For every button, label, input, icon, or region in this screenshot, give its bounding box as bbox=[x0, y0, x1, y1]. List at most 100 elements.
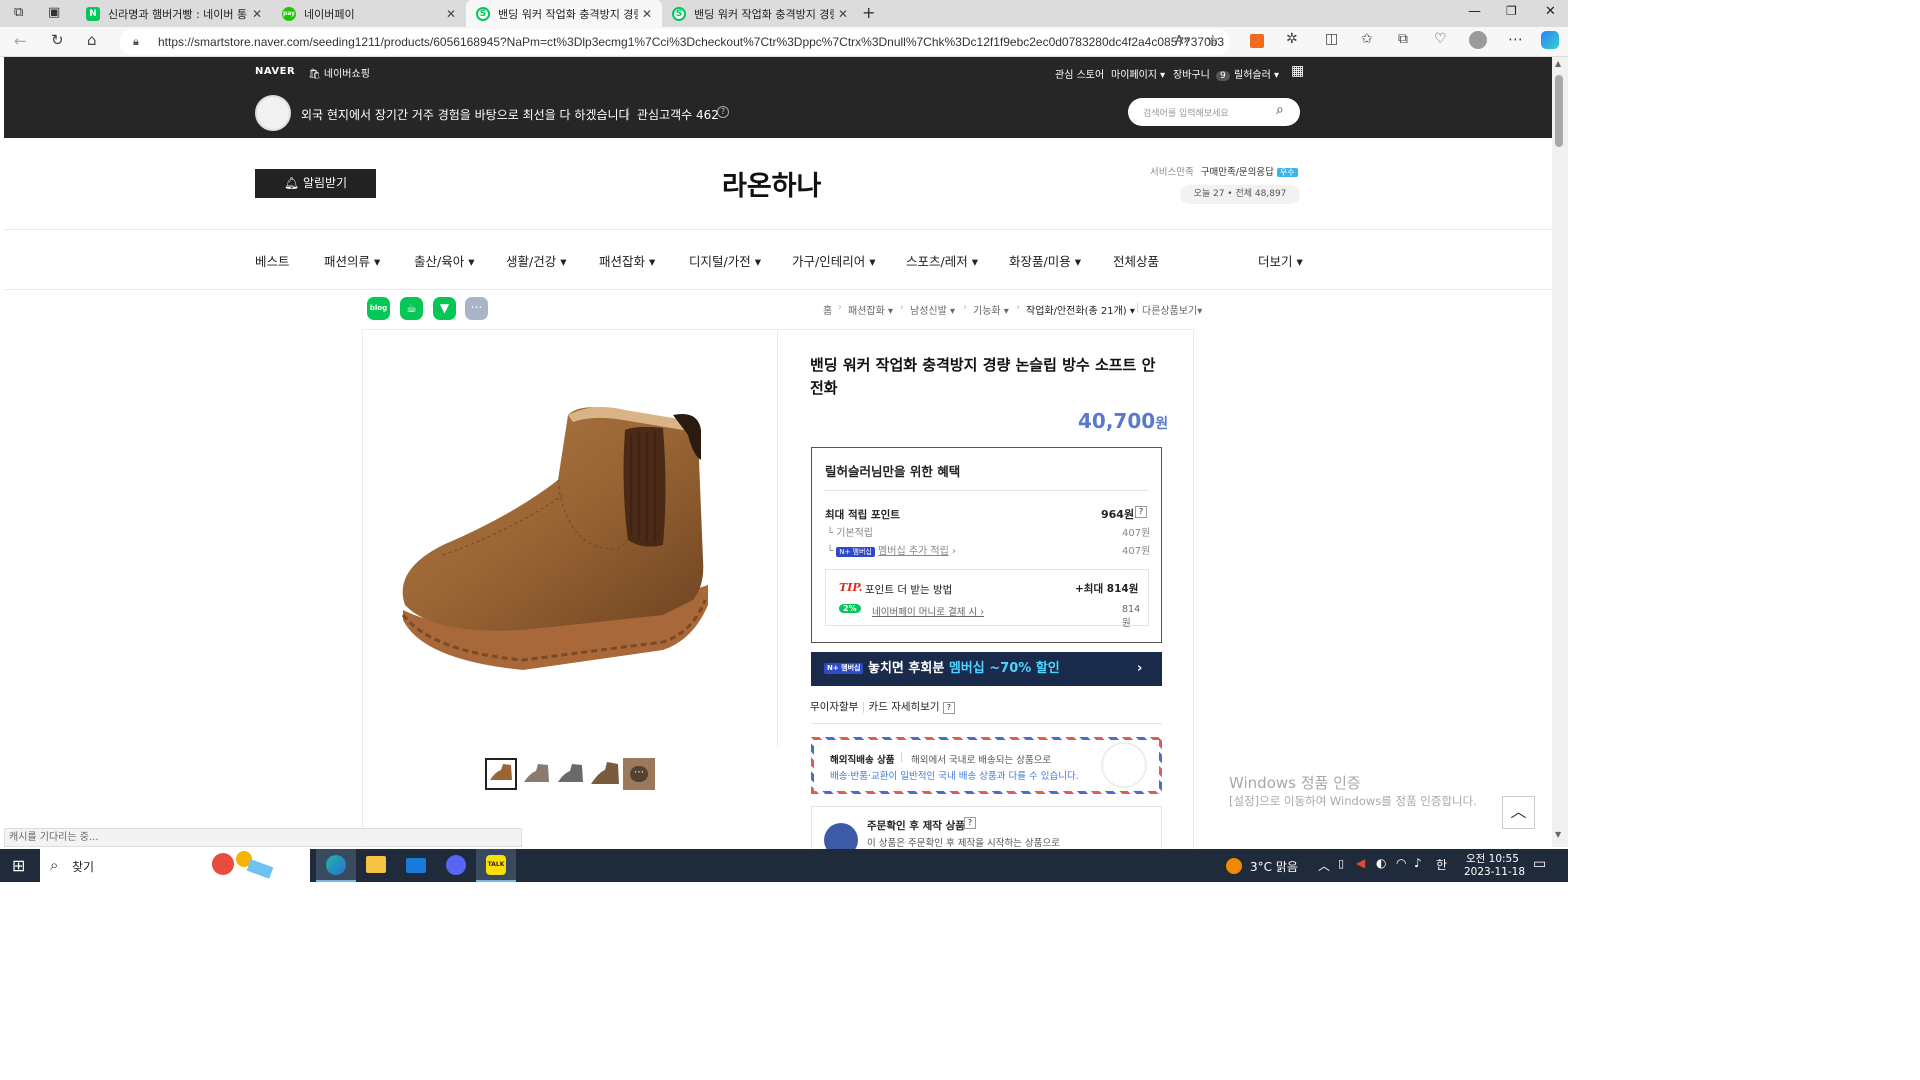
home-icon[interactable]: ⌂ bbox=[87, 31, 97, 49]
share-more-icon[interactable]: ⋯ bbox=[465, 297, 488, 320]
favorites-icon[interactable]: ✩ bbox=[1361, 31, 1373, 47]
back-icon[interactable]: ← bbox=[14, 32, 27, 50]
notification-icon[interactable]: ▭ bbox=[1533, 856, 1546, 872]
volume-icon[interactable]: ♪ bbox=[1414, 856, 1422, 870]
read-aloud-icon[interactable]: A» bbox=[1175, 33, 1191, 47]
favorite-star-icon[interactable]: ☆ bbox=[1206, 31, 1219, 49]
task-view-icon[interactable]: ⧉ bbox=[286, 857, 296, 873]
store-search-input[interactable]: 검색어를 입력해보세요 ⌕ bbox=[1128, 98, 1300, 126]
breadcrumb-item[interactable]: 패션잡화 ▾ bbox=[848, 302, 893, 317]
minimize-icon[interactable]: — bbox=[1468, 4, 1481, 19]
cat-furniture[interactable]: 가구/인테리어 ▾ bbox=[792, 251, 875, 270]
cat-fashion-goods[interactable]: 패션잡화 ▾ bbox=[599, 251, 655, 270]
breadcrumb-home[interactable]: 홈 bbox=[823, 302, 832, 317]
share-blog-icon[interactable]: blog bbox=[367, 297, 390, 320]
weather-sun-icon[interactable] bbox=[1226, 858, 1242, 874]
collections-icon[interactable]: ⧉ bbox=[1398, 31, 1408, 47]
close-icon[interactable]: ✕ bbox=[446, 7, 456, 21]
wifi-icon[interactable]: ◠ bbox=[1396, 856, 1406, 870]
membership-banner[interactable]: N+ 멤버십 놓치면 후회분 멤버십 ~70% 할인 › bbox=[811, 652, 1162, 686]
taskbar-kakaotalk[interactable]: TALK bbox=[476, 849, 516, 882]
thumbnail-2[interactable] bbox=[521, 758, 553, 790]
store-profile-avatar[interactable] bbox=[255, 95, 291, 131]
cart-link[interactable]: 장바구니 9 bbox=[1173, 66, 1230, 81]
clock-date[interactable]: 2023-11-18 bbox=[1464, 866, 1525, 878]
tray-app-icon[interactable]: ◀ bbox=[1356, 856, 1365, 870]
page-scrollbar[interactable]: ▲ ▼ bbox=[1552, 57, 1568, 847]
cat-more[interactable]: 더보기 ▾ bbox=[1258, 251, 1303, 270]
cat-digital[interactable]: 디지털/가전 ▾ bbox=[689, 251, 761, 270]
share-bookmark-icon[interactable]: ▼ bbox=[433, 297, 456, 320]
reload-icon[interactable]: ↻ bbox=[51, 31, 64, 49]
taskbar-edge[interactable] bbox=[316, 849, 356, 882]
profile-avatar[interactable] bbox=[1469, 31, 1487, 49]
discord-icon[interactable] bbox=[446, 855, 466, 875]
interest-store-link[interactable]: 관심 스토어 bbox=[1055, 66, 1104, 81]
tab-1[interactable]: pay 네이버페이 ✕ bbox=[272, 0, 466, 27]
naver-shopping-link[interactable]: 🛍︎ 네이버쇼핑 bbox=[308, 65, 370, 80]
breadcrumb-item[interactable]: 남성신발 ▾ bbox=[910, 302, 955, 317]
pay-money-link[interactable]: 네이버페이 머니로 결제 시 › bbox=[872, 604, 984, 618]
membership-point-row[interactable]: └ N+ 멤버십 멤버십 추가 적립 › bbox=[827, 542, 956, 557]
other-products-link[interactable]: 다른상품보기▾ bbox=[1142, 302, 1202, 317]
scroll-down-icon[interactable]: ▼ bbox=[1555, 830, 1561, 839]
ime-icon[interactable]: 한 bbox=[1436, 856, 1447, 873]
file-explorer-icon[interactable] bbox=[366, 856, 386, 873]
tray-chevron-up-icon[interactable]: ︿ bbox=[1318, 857, 1330, 874]
naver-logo[interactable]: NAVER bbox=[255, 66, 295, 77]
close-icon[interactable]: ✕ bbox=[642, 7, 652, 21]
restore-icon[interactable]: ❐ bbox=[1506, 4, 1517, 18]
tray-app-icon[interactable]: ◐ bbox=[1376, 856, 1386, 870]
scrollbar-thumb[interactable] bbox=[1555, 75, 1563, 147]
new-tab-icon[interactable]: + bbox=[862, 3, 875, 22]
thumbnail-4[interactable] bbox=[589, 758, 621, 790]
back-to-top-button[interactable]: ︿ bbox=[1502, 796, 1535, 829]
search-icon[interactable]: ⌕ bbox=[1276, 102, 1284, 118]
cat-beauty[interactable]: 화장품/미용 ▾ bbox=[1009, 251, 1081, 270]
windows-start-icon[interactable]: ⊞ bbox=[12, 856, 25, 875]
alarm-button[interactable]: 🔔︎ 알림받기 bbox=[255, 169, 376, 198]
scroll-up-icon[interactable]: ▲ bbox=[1555, 59, 1561, 68]
thumbnail-3[interactable] bbox=[555, 758, 587, 790]
workspaces-icon[interactable]: ⧉ bbox=[14, 5, 23, 20]
tab-2-active[interactable]: S 밴딩 워커 작업화 충격방지 경량 ✕ bbox=[466, 0, 662, 27]
url-field[interactable]: 🔒︎ https://smartstore.naver.com/seeding1… bbox=[120, 29, 1230, 55]
card-details-link[interactable]: 카드 자세히보기 bbox=[869, 701, 940, 713]
breadcrumb-current[interactable]: 작업화/안전화(총 21개) ▾ bbox=[1026, 302, 1135, 317]
breadcrumb-item[interactable]: 기능화 ▾ bbox=[973, 302, 1009, 317]
cat-all-products[interactable]: 전체상품 bbox=[1113, 251, 1159, 270]
thumbnail-more[interactable]: ⋯ bbox=[623, 758, 655, 790]
cat-living[interactable]: 생활/건강 ▾ bbox=[506, 251, 566, 270]
cat-best[interactable]: 베스트 bbox=[255, 251, 290, 270]
apps-grid-icon[interactable]: ▦ bbox=[1291, 63, 1304, 79]
cat-fashion-clothing[interactable]: 패션의류 ▾ bbox=[324, 251, 380, 270]
more-menu-icon[interactable]: ⋯ bbox=[1508, 30, 1523, 48]
clock-time[interactable]: 오전 10:55 bbox=[1466, 851, 1519, 866]
cat-sports[interactable]: 스포츠/레저 ▾ bbox=[906, 251, 978, 270]
tab-0[interactable]: N 신라명과 햄버거빵 : 네이버 통합 ✕ bbox=[76, 0, 272, 27]
store-name[interactable]: 라온하나 bbox=[722, 164, 821, 203]
split-screen-icon[interactable]: ◫ bbox=[1325, 31, 1338, 47]
tab-actions-icon[interactable]: ▣ bbox=[48, 5, 60, 20]
tab-3[interactable]: S 밴딩 워커 작업화 충격방지 경량 ✕ bbox=[662, 0, 858, 27]
copilot-icon[interactable] bbox=[1541, 31, 1559, 49]
user-menu-link[interactable]: 릴허슬러 ▾ bbox=[1234, 66, 1279, 81]
help-icon[interactable]: ? bbox=[717, 106, 729, 118]
cat-baby[interactable]: 출산/육아 ▾ bbox=[414, 251, 474, 270]
close-icon[interactable]: ✕ bbox=[838, 7, 848, 21]
window-close-icon[interactable]: ✕ bbox=[1545, 4, 1556, 19]
taskbar-search[interactable]: ⌕ 찾기 bbox=[40, 849, 310, 882]
tray-device-icon[interactable]: ▯ bbox=[1338, 857, 1344, 870]
weather-text[interactable]: 3°C 맑음 bbox=[1250, 858, 1298, 875]
thumbnail-1[interactable] bbox=[485, 758, 517, 790]
product-main-image[interactable] bbox=[363, 330, 777, 746]
mail-icon[interactable] bbox=[406, 858, 426, 873]
mypage-link[interactable]: 마이페이지 ▾ bbox=[1111, 66, 1165, 81]
extensions-puzzle-icon[interactable]: ✲ bbox=[1286, 31, 1298, 47]
share-cafe-icon[interactable]: ☕︎ bbox=[400, 297, 423, 320]
extension-icon[interactable] bbox=[1250, 34, 1264, 48]
performance-icon[interactable]: ♡ bbox=[1434, 31, 1447, 47]
help-icon[interactable]: ? bbox=[1135, 506, 1147, 518]
help-icon[interactable]: ? bbox=[964, 817, 976, 829]
help-icon[interactable]: ? bbox=[942, 702, 955, 714]
